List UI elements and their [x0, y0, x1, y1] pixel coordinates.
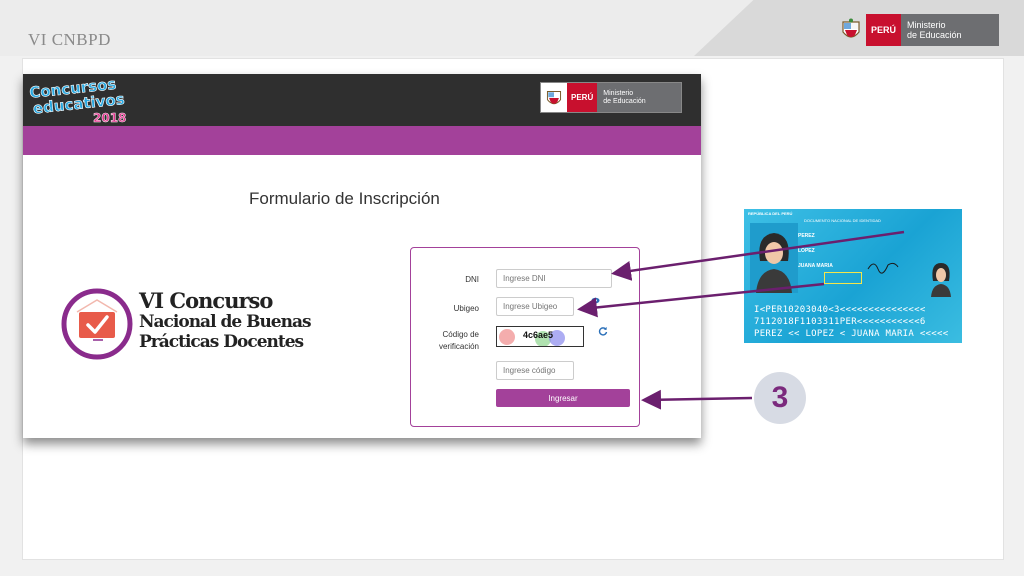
concursos-educativos-logo[interactable]: Concursos educativos 2018 — [27, 76, 127, 124]
dni-surname2: LOPEZ — [798, 248, 815, 254]
step-number-badge: 3 — [754, 372, 806, 424]
dni-mrz-line3: PEREZ << LOPEZ < JUANA MARIA <<<<< — [754, 329, 949, 339]
app-ministry-line1: Ministerio — [603, 89, 634, 97]
registration-page-screenshot: Concursos educativos 2018 PERÚ Ministeri… — [23, 74, 701, 438]
verification-code-label-line1: Código de — [442, 330, 479, 339]
verification-code-label-line2: verificación — [438, 342, 479, 351]
ministry-label-line1: Ministerio — [907, 20, 946, 30]
app-ministry-logo: PERÚ Ministerio de Educación — [540, 82, 682, 113]
dni-mrz-line2: 7112018F1103311PER<<<<<<<<<<<6 — [754, 317, 926, 327]
form-title: Formulario de Inscripción — [249, 189, 440, 208]
app-peru-label: PERÚ — [567, 83, 598, 112]
dni-label: DNI — [465, 275, 479, 284]
captcha-image: 4c6ae5 — [496, 326, 584, 347]
contest-logo-line3: Prácticas Docentes — [139, 332, 304, 352]
dni-photo — [750, 223, 798, 293]
verification-code-input[interactable] — [496, 361, 574, 380]
app-ministry-line2: de Educación — [603, 97, 646, 105]
ubigeo-input[interactable] — [496, 297, 574, 316]
contest-logo-line2: Nacional de Buenas — [139, 312, 312, 332]
dni-mrz-line1: I<PER10203040<3<<<<<<<<<<<<<<< — [754, 305, 926, 315]
logo-year: 2018 — [93, 111, 126, 124]
app-ministry-label: Ministerio de Educación — [597, 83, 681, 112]
verification-code-label: Código de verificación — [421, 330, 479, 351]
contest-logo-text: VI Concurso Nacional de Buenas Prácticas… — [139, 288, 312, 353]
help-icon[interactable] — [591, 297, 600, 304]
captcha-text: 4c6ae5 — [523, 330, 554, 340]
peru-label: PERÚ — [866, 14, 902, 46]
app-purple-band — [23, 126, 701, 155]
dni-card-image: REPÚBLICA DEL PERÚ DOCUMENTO NACIONAL DE… — [744, 209, 962, 343]
dni-card-header: REPÚBLICA DEL PERÚ — [748, 211, 793, 216]
dni-given-names: JUANA MARIA — [798, 263, 833, 269]
submit-button[interactable]: Ingresar — [496, 389, 630, 407]
dni-input[interactable] — [496, 269, 612, 288]
coat-of-arms-icon — [836, 14, 866, 46]
ministry-label: Ministerio de Educación — [901, 14, 1000, 46]
refresh-icon[interactable] — [598, 326, 608, 336]
dni-signature — [867, 262, 899, 274]
dni-surname1: PEREZ — [798, 233, 815, 239]
dni-small-photo — [931, 263, 951, 297]
ubigeo-label: Ubigeo — [453, 304, 479, 313]
slide-title: VI CNBPD — [28, 30, 111, 49]
contest-logo-line1: VI Concurso — [139, 288, 273, 313]
registration-form: DNI Ubigeo Código de verificación 4c6ae5… — [410, 247, 640, 427]
ministry-logo: PERÚ Ministerio de Educación — [836, 14, 1000, 46]
dni-card-doc-type: DOCUMENTO NACIONAL DE IDENTIDAD — [804, 218, 881, 223]
dni-highlight-box — [824, 272, 862, 284]
coat-of-arms-icon — [541, 83, 567, 112]
captcha-noise — [499, 329, 515, 345]
ministry-label-line2: de Educación — [907, 30, 962, 40]
